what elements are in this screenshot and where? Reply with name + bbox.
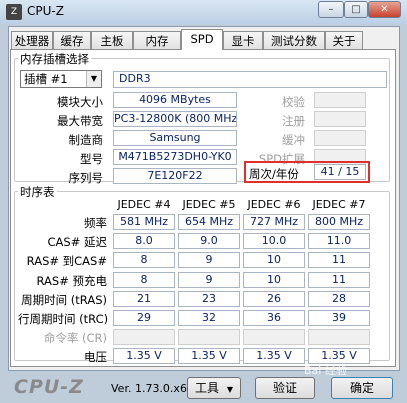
timing-cell: 10.0 <box>243 233 305 250</box>
tab-processor[interactable]: 处理器 <box>11 31 53 49</box>
registered-value <box>314 111 366 127</box>
chevron-down-icon[interactable]: ▼ <box>86 71 101 87</box>
timing-cell <box>308 329 370 346</box>
serial-number-value: 7E120F22 <box>113 168 237 184</box>
minimize-button[interactable]: – <box>318 1 344 18</box>
module-size-label: 模块大小 <box>57 95 103 109</box>
timing-col-header: JEDEC #4 <box>117 198 171 211</box>
tab-bench[interactable]: 测试分数 <box>263 31 325 49</box>
timing-cell: 581 MHz <box>113 214 175 230</box>
ok-button[interactable]: 确定 <box>331 377 393 399</box>
slot-select[interactable]: 插槽 #1 ▼ <box>20 70 102 88</box>
timing-cell: 21 <box>113 290 175 307</box>
part-number-value: M471B5273DH0-YK0 <box>113 149 237 165</box>
tab-memory[interactable]: 内存 <box>133 31 181 49</box>
week-year-value: 41 / 15 <box>314 164 366 180</box>
version-text: Ver. 1.73.0.x64 <box>111 382 194 395</box>
timing-row-label: 命令率 (CR) <box>43 331 107 346</box>
timing-cell <box>243 329 305 346</box>
tab-about[interactable]: 关于 <box>325 31 363 49</box>
window-title: CPU-Z <box>27 4 64 18</box>
timing-cell: 8 <box>113 271 175 288</box>
timing-cell: 28 <box>308 290 370 307</box>
timing-cell: 11 <box>308 271 370 288</box>
timing-row-label: 电压 <box>84 350 107 365</box>
timing-cell: 23 <box>178 290 240 307</box>
timing-cell: 29 <box>113 310 175 326</box>
timing-cell: 10 <box>243 252 305 269</box>
dropdown-arrow-icon: ▼ <box>226 385 233 394</box>
timing-cell: 1.35 V <box>113 348 175 365</box>
timing-cell: 9.0 <box>178 233 240 250</box>
timing-cell: 10 <box>243 271 305 288</box>
timing-cell: 11 <box>308 252 370 269</box>
timing-cell <box>113 329 175 346</box>
maximize-button[interactable]: □ <box>344 1 368 18</box>
timing-row-label: 周期时间 (tRAS) <box>21 292 107 307</box>
registered-label: 注册 <box>282 114 305 128</box>
part-number-label: 型号 <box>80 152 103 166</box>
timing-cell: 39 <box>308 310 370 326</box>
timing-cell: 9 <box>178 271 240 288</box>
close-button[interactable]: ✕ <box>368 1 401 18</box>
timing-cell: 800 MHz <box>308 214 370 230</box>
slot-select-value: 插槽 #1 <box>24 72 68 86</box>
timing-row-label: RAS# 预充电 <box>36 273 107 288</box>
module-type-field: DDR3 <box>113 71 387 88</box>
timing-cell <box>178 329 240 346</box>
week-year-label: 周次/年份 <box>249 167 299 181</box>
tab-cache[interactable]: 缓存 <box>53 31 91 49</box>
timing-col-header: JEDEC #6 <box>247 198 301 211</box>
cpu-z-app-icon: Z <box>6 4 22 20</box>
timing-cell: 1.35 V <box>243 348 305 365</box>
correction-label: 校验 <box>282 95 305 109</box>
tools-button[interactable]: 工具 ▼ <box>187 377 241 399</box>
buffered-value <box>314 130 366 146</box>
manufacturer-label: 制造商 <box>68 133 104 147</box>
timing-cell: 1.35 V <box>178 348 240 365</box>
tab-mainboard[interactable]: 主板 <box>91 31 133 49</box>
slot-group-title: 内存插槽选择 <box>18 51 91 67</box>
timing-col-header: JEDEC #7 <box>312 198 366 211</box>
timing-cell: 8.0 <box>113 233 175 250</box>
timing-cell: 32 <box>178 310 240 326</box>
timing-cell: 11.0 <box>308 233 370 250</box>
timing-cell: 26 <box>243 290 305 307</box>
timing-row-label: CAS# 延迟 <box>47 235 108 250</box>
manufacturer-value: Samsung <box>113 130 237 146</box>
tab-graphics[interactable]: 显卡 <box>223 31 263 49</box>
watermark: Bai 经验 <box>304 364 347 377</box>
timing-cell: 9 <box>178 252 240 269</box>
timing-row-label: 行周期时间 (tRC) <box>18 312 109 326</box>
timing-cell: 727 MHz <box>243 214 305 230</box>
validate-button[interactable]: 验证 <box>255 377 315 399</box>
cpu-z-logo: CPU-Z <box>14 376 84 398</box>
timing-row-label: RAS# 到CAS# <box>26 254 107 269</box>
tools-button-label: 工具 <box>195 381 220 395</box>
max-bandwidth-label: 最大带宽 <box>57 114 103 128</box>
tab-spd[interactable]: SPD <box>181 29 223 50</box>
timings-group-title: 时序表 <box>18 184 57 200</box>
timing-cell: 654 MHz <box>178 214 240 230</box>
correction-value <box>314 92 366 108</box>
buffered-label: 缓冲 <box>282 133 305 147</box>
max-bandwidth-value: PC3-12800K (800 MHz) <box>113 111 237 127</box>
timing-cell: 8 <box>113 252 175 269</box>
timing-cell: 36 <box>243 310 305 326</box>
module-size-value: 4096 MBytes <box>113 92 237 108</box>
timing-col-header: JEDEC #5 <box>182 198 236 211</box>
timing-row-label: 频率 <box>84 216 107 230</box>
